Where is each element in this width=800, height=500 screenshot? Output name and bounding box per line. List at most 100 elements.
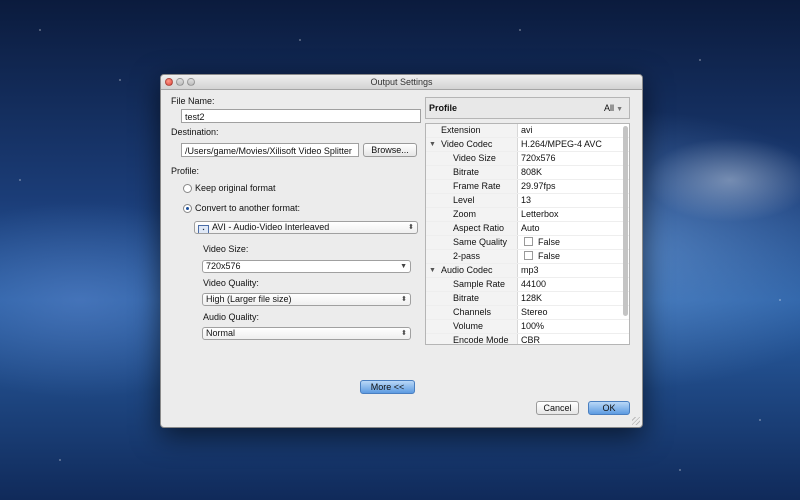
browse-button[interactable]: Browse... bbox=[363, 143, 417, 157]
property-key-cell: Extension bbox=[426, 124, 518, 137]
resize-grip-icon[interactable] bbox=[632, 417, 640, 425]
property-key: Volume bbox=[453, 321, 484, 331]
property-row[interactable]: Zoom Letterbox bbox=[426, 208, 629, 222]
property-value-text: 29.97fps bbox=[521, 181, 556, 191]
avi-format-icon: ▪ bbox=[198, 225, 209, 233]
format-select[interactable]: ▪ AVI - Audio-Video Interleaved ⬍ bbox=[194, 221, 418, 234]
updown-arrows-icon: ⬍ bbox=[401, 330, 407, 337]
vertical-scrollbar[interactable] bbox=[623, 126, 628, 316]
audio-quality-select[interactable]: Normal ⬍ bbox=[202, 327, 411, 340]
property-key: Encode Mode bbox=[453, 335, 509, 345]
property-key-cell: Video Size bbox=[426, 152, 518, 165]
profile-label: Profile: bbox=[171, 166, 200, 176]
keep-original-label: Keep original format bbox=[195, 183, 276, 193]
property-checkbox[interactable] bbox=[524, 237, 533, 246]
property-value-text: mp3 bbox=[521, 265, 539, 275]
chevron-down-icon: ▼ bbox=[616, 106, 623, 113]
property-value-text: 808K bbox=[521, 167, 543, 177]
property-key-cell: Zoom bbox=[426, 208, 518, 221]
property-row[interactable]: Bitrate 808K bbox=[426, 166, 629, 180]
property-key-cell: Same Quality bbox=[426, 236, 518, 249]
property-key: Frame Rate bbox=[453, 181, 501, 191]
property-key: Sample Rate bbox=[453, 279, 506, 289]
property-value-text: False bbox=[538, 237, 561, 247]
cancel-button[interactable]: Cancel bbox=[536, 401, 579, 415]
property-value-text: avi bbox=[521, 125, 533, 135]
property-row[interactable]: Bitrate 128K bbox=[426, 292, 629, 306]
video-size-label: Video Size: bbox=[203, 244, 249, 254]
minimize-window-button[interactable] bbox=[176, 78, 184, 86]
audio-quality-value: Normal bbox=[206, 328, 236, 338]
property-value-text: H.264/MPEG-4 AVC bbox=[521, 139, 602, 149]
property-row[interactable]: Aspect Ratio Auto bbox=[426, 222, 629, 236]
chevron-down-icon: ▼ bbox=[400, 263, 407, 270]
destination-input[interactable]: /Users/game/Movies/Xilisoft Video Splitt… bbox=[181, 143, 359, 157]
video-size-select[interactable]: 720x576 ▼ bbox=[202, 260, 411, 273]
property-key: Zoom bbox=[453, 209, 477, 219]
property-value-text: False bbox=[538, 251, 561, 261]
property-key: Bitrate bbox=[453, 167, 480, 177]
property-value-text: CBR bbox=[521, 335, 541, 345]
property-value: CBR bbox=[521, 334, 541, 345]
video-quality-select[interactable]: High (Larger file size) ⬍ bbox=[202, 293, 411, 306]
property-row[interactable]: ▼ Audio Codec mp3 bbox=[426, 264, 629, 278]
property-key: Bitrate bbox=[453, 293, 480, 303]
window-title: Output Settings bbox=[370, 77, 433, 87]
keep-original-radio[interactable] bbox=[183, 184, 192, 193]
property-value-text: 720x576 bbox=[521, 153, 556, 163]
destination-label: Destination: bbox=[171, 127, 219, 137]
property-key-cell: Aspect Ratio bbox=[426, 222, 518, 235]
video-size-value: 720x576 bbox=[206, 261, 241, 271]
file-name-input[interactable]: test2 bbox=[181, 109, 421, 123]
property-key: Channels bbox=[453, 307, 492, 317]
property-key-cell: ▼ Audio Codec bbox=[426, 264, 518, 277]
property-value: 100% bbox=[521, 320, 544, 333]
property-key-cell: ▼ Video Codec bbox=[426, 138, 518, 151]
disclosure-triangle-icon[interactable]: ▼ bbox=[429, 264, 436, 277]
property-row[interactable]: Channels Stereo bbox=[426, 306, 629, 320]
property-value-text: 13 bbox=[521, 195, 532, 205]
property-checkbox[interactable] bbox=[524, 251, 533, 260]
property-row[interactable]: Extension avi bbox=[426, 124, 629, 138]
disclosure-triangle-icon[interactable]: ▼ bbox=[429, 138, 436, 151]
property-key: Audio Codec bbox=[441, 265, 493, 275]
property-value: False bbox=[521, 236, 560, 249]
property-value-text: Letterbox bbox=[521, 209, 559, 219]
property-key-cell: Sample Rate bbox=[426, 278, 518, 291]
property-key: 2-pass bbox=[453, 251, 481, 261]
property-row[interactable]: Volume 100% bbox=[426, 320, 629, 334]
property-value: 13 bbox=[521, 194, 531, 207]
property-key-cell: Volume bbox=[426, 320, 518, 333]
property-row[interactable]: Same Quality False bbox=[426, 236, 629, 250]
audio-quality-label: Audio Quality: bbox=[203, 312, 260, 322]
zoom-window-button[interactable] bbox=[187, 78, 195, 86]
property-row[interactable]: Video Size 720x576 bbox=[426, 152, 629, 166]
video-quality-value: High (Larger file size) bbox=[206, 294, 292, 304]
property-value: 29.97fps bbox=[521, 180, 556, 193]
video-quality-label: Video Quality: bbox=[203, 278, 259, 288]
property-key-cell: Bitrate bbox=[426, 292, 518, 305]
property-key: Video Codec bbox=[441, 139, 493, 149]
convert-format-label: Convert to another format: bbox=[195, 203, 301, 213]
property-value: avi bbox=[521, 124, 533, 137]
close-window-button[interactable] bbox=[165, 78, 173, 86]
property-key-cell: Level bbox=[426, 194, 518, 207]
property-row[interactable]: Sample Rate 44100 bbox=[426, 278, 629, 292]
property-row[interactable]: 2-pass False bbox=[426, 250, 629, 264]
property-rows: Extension avi ▼ Video Codec H.264/MPEG-4 AVC… bbox=[426, 124, 629, 345]
property-value: 44100 bbox=[521, 278, 546, 291]
profile-filter-dropdown[interactable]: All ▼ bbox=[604, 103, 623, 113]
ok-button[interactable]: OK bbox=[588, 401, 630, 415]
profile-panel-title: Profile bbox=[429, 103, 458, 113]
property-key-cell: Bitrate bbox=[426, 166, 518, 179]
property-row[interactable]: Frame Rate 29.97fps bbox=[426, 180, 629, 194]
property-row[interactable]: ▼ Video Codec H.264/MPEG-4 AVC bbox=[426, 138, 629, 152]
property-row[interactable]: Encode Mode CBR bbox=[426, 334, 629, 345]
convert-format-radio[interactable] bbox=[183, 204, 192, 213]
property-value: 128K bbox=[521, 292, 542, 305]
property-row[interactable]: Level 13 bbox=[426, 194, 629, 208]
more-button[interactable]: More << bbox=[360, 380, 415, 394]
property-key: Same Quality bbox=[453, 237, 508, 247]
property-value-text: Auto bbox=[521, 223, 540, 233]
property-key-cell: 2-pass bbox=[426, 250, 518, 263]
